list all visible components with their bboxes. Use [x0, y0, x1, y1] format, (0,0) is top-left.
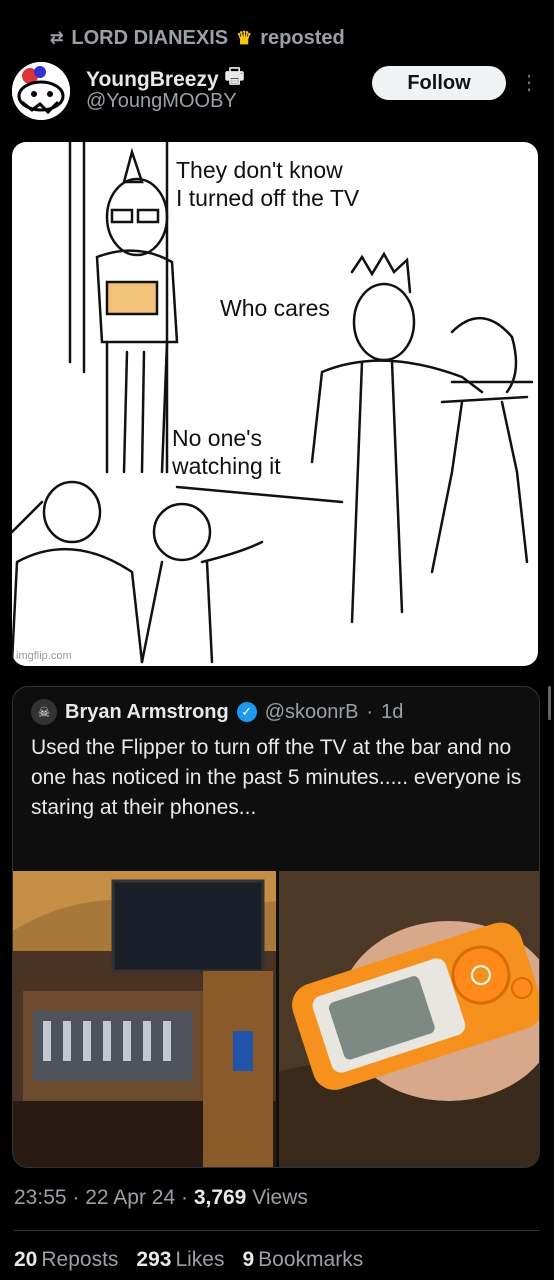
avatar-image: [12, 62, 70, 120]
reposts-count: 20: [14, 1248, 38, 1271]
author-handle[interactable]: @YoungMOOBY: [86, 90, 237, 113]
timestamp-row: 23:55 · 22 Apr 24 · 3,769 Views: [14, 1186, 308, 1210]
bar-photo[interactable]: [13, 871, 276, 1167]
views-label: Views: [252, 1186, 308, 1209]
meme-drawing: [12, 142, 534, 664]
reposter-name: LORD DIANEXIS: [71, 26, 229, 49]
more-options-button[interactable]: ⋮: [519, 68, 539, 96]
repost-row[interactable]: ⇄ LORD DIANEXIS ♛ reposted: [50, 24, 345, 52]
author-name[interactable]: YoungBreezy: [86, 68, 219, 92]
meme-watermark: imgflip.com: [16, 650, 72, 662]
quoted-tweet[interactable]: ☠ Bryan Armstrong ✓ @skoonrB · 1d Used t…: [12, 686, 540, 1168]
meme-caption-bottom: No one's watching it: [172, 425, 281, 479]
avatar[interactable]: [12, 62, 70, 120]
likes-stat[interactable]: 293 Likes: [136, 1248, 224, 1272]
meme-caption-top: They don't know I turned off the TV: [176, 157, 360, 211]
likes-count: 293: [136, 1248, 172, 1271]
meme-caption-middle: Who cares: [220, 295, 330, 321]
bookmarks-stat[interactable]: 9 Bookmarks: [242, 1248, 363, 1272]
quoted-time: 1d: [381, 700, 404, 723]
reposts-label: Reposts: [41, 1248, 119, 1271]
repost-suffix: reposted: [260, 26, 345, 49]
quoted-author-name[interactable]: Bryan Armstrong: [65, 701, 229, 724]
quoted-tweet-header: ☠ Bryan Armstrong ✓ @skoonrB · 1d: [31, 699, 403, 725]
verified-badge-icon: ✓: [236, 702, 257, 722]
dot-separator: ·: [180, 1186, 194, 1209]
post-date: 22 Apr 24: [85, 1186, 176, 1209]
views-count: 3,769: [193, 1186, 247, 1209]
follow-button[interactable]: Follow: [372, 66, 506, 100]
reposts-stat[interactable]: 20 Reposts: [14, 1248, 118, 1272]
quoted-author-handle[interactable]: @skoonrB: [265, 701, 359, 724]
post-time: 23:55: [14, 1186, 67, 1209]
bookmarks-count: 9: [242, 1248, 255, 1271]
engagement-stats: 20 Reposts 293 Likes 9 Bookmarks: [14, 1248, 363, 1272]
divider: [14, 1230, 540, 1231]
quoted-avatar[interactable]: ☠: [31, 699, 57, 725]
quoted-tweet-text: Used the Flipper to turn off the TV at t…: [31, 736, 522, 819]
scrollbar[interactable]: [548, 686, 551, 720]
flipper-photo[interactable]: [279, 871, 539, 1167]
repost-icon: ⇄: [50, 30, 64, 47]
crown-icon: ♛: [236, 27, 253, 48]
bookmarks-label: Bookmarks: [258, 1248, 364, 1271]
flipper-photo-drawing: [279, 871, 539, 1167]
dot-separator: ·: [72, 1186, 86, 1209]
likes-label: Likes: [175, 1248, 225, 1271]
dot-separator: ·: [366, 700, 374, 723]
bar-photo-drawing: [13, 871, 276, 1167]
meme-image[interactable]: They don't know I turned off the TV Who …: [12, 142, 538, 666]
